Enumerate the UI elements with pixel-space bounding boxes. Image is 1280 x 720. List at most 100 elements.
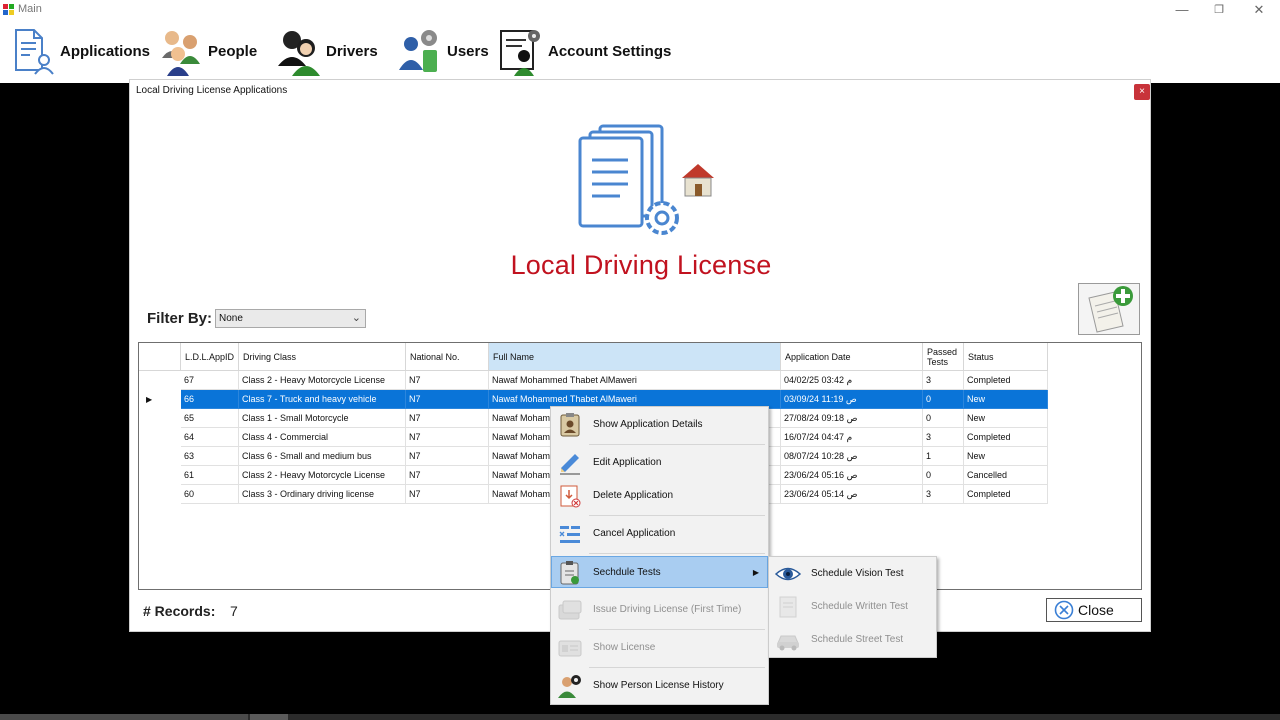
column-header-passed-tests[interactable]: Passed Tests [923, 343, 964, 371]
menu-separator [589, 667, 765, 668]
menu-people[interactable]: People [158, 20, 257, 82]
cell-application-date: 23/06/24 05:14 ص [781, 485, 923, 504]
row-header[interactable] [139, 485, 181, 504]
cell-passed-tests: 0 [923, 390, 964, 409]
document-user-icon [15, 29, 54, 75]
column-header-application-date[interactable]: Application Date [781, 343, 923, 371]
records-label: # Records: [143, 603, 216, 619]
menu-item-delete-application[interactable]: Delete Application [552, 480, 767, 512]
menu-item-label: Show Person License History [593, 680, 724, 691]
add-application-button[interactable] [1078, 283, 1140, 335]
cell-driving-class: Class 4 - Commercial [239, 428, 406, 447]
filter-dropdown[interactable]: None ⌄ [215, 309, 366, 328]
close-window-button[interactable]: ✕ [1239, 0, 1279, 20]
row-header[interactable] [139, 409, 181, 428]
main-window: Main — ❐ ✕ Applications People Drivers U… [0, 0, 1280, 83]
add-application-icon [1088, 286, 1133, 333]
column-header-driving-class[interactable]: Driving Class [239, 343, 406, 371]
app-icon [3, 4, 14, 15]
row-header[interactable] [139, 428, 181, 447]
menu-item-show-application-details[interactable]: Show Application Details [552, 409, 767, 441]
menu-users-label: Users [447, 42, 489, 60]
menu-item-cancel-application[interactable]: Cancel Application [552, 518, 767, 550]
cell-national-no: N7 [406, 447, 489, 466]
menu-separator [589, 553, 765, 554]
edit-pen-icon [560, 454, 580, 475]
row-header[interactable] [139, 371, 181, 390]
menu-item-schedule-street-test[interactable]: Schedule Street Test [770, 624, 935, 656]
cell-passed-tests: 1 [923, 447, 964, 466]
menu-item-label: Schedule Written Test [811, 601, 908, 612]
column-header-status[interactable]: Status [964, 343, 1048, 371]
column-header-national-no[interactable]: National No. [406, 343, 489, 371]
cell-status: Cancelled [964, 466, 1048, 485]
menu-item-label: Show Application Details [593, 419, 703, 430]
cell-application-date: 23/06/24 05:16 ص [781, 466, 923, 485]
main-window-title: Main [18, 3, 42, 15]
cell-passed-tests: 0 [923, 466, 964, 485]
restore-button[interactable]: ❐ [1199, 0, 1239, 20]
menu-users[interactable]: Users [397, 20, 489, 82]
close-circle-icon [1054, 600, 1074, 620]
cell-application-date: 08/07/24 10:28 ص [781, 447, 923, 466]
ldl-window-close-button[interactable]: × [1134, 84, 1150, 100]
menu-item-label: Delete Application [593, 490, 674, 501]
cell-driving-class: Class 1 - Small Motorcycle [239, 409, 406, 428]
row-header[interactable] [139, 466, 181, 485]
records-count: 7 [230, 603, 238, 619]
menu-item-issue-driving-license[interactable]: Issue Driving License (First Time) [552, 594, 767, 626]
license-documents-icon [578, 124, 714, 235]
menu-item-schedule-tests[interactable]: Sechdule Tests ▶ [551, 556, 768, 588]
cell-app-id: 66 [181, 390, 239, 409]
filter-label: Filter By: [147, 310, 213, 327]
eye-icon [775, 567, 801, 581]
cell-national-no: N7 [406, 390, 489, 409]
cell-passed-tests: 3 [923, 371, 964, 390]
cell-national-no: N7 [406, 428, 489, 447]
license-card-icon [558, 640, 582, 657]
table-row[interactable]: 67 Class 2 - Heavy Motorcycle License N7 Na… [139, 371, 1048, 390]
menu-account-settings[interactable]: Account Settings [498, 20, 671, 82]
cell-app-id: 61 [181, 466, 239, 485]
taskbar-strip [0, 714, 1280, 720]
menu-applications[interactable]: Applications [10, 20, 150, 82]
cell-app-id: 67 [181, 371, 239, 390]
written-test-icon [779, 596, 797, 618]
menu-item-label: Schedule Street Test [811, 634, 904, 645]
column-header-full-name[interactable]: Full Name [489, 343, 781, 371]
close-button[interactable]: Close [1046, 598, 1142, 622]
context-menu: Show Application Details Edit Applicatio… [550, 406, 769, 705]
menu-people-label: People [208, 42, 258, 60]
menu-separator [589, 629, 765, 630]
cell-driving-class: Class 7 - Truck and heavy vehicle [239, 390, 406, 409]
menu-item-label: Cancel Application [593, 528, 676, 539]
menu-item-schedule-written-test[interactable]: Schedule Written Test [770, 591, 935, 623]
cell-status: Completed [964, 428, 1048, 447]
menu-drivers[interactable]: Drivers [276, 20, 378, 82]
delete-document-icon [560, 485, 581, 508]
main-titlebar: Main — ❐ ✕ [0, 0, 1280, 20]
cell-national-no: N7 [406, 466, 489, 485]
menu-item-edit-application[interactable]: Edit Application [552, 447, 767, 479]
person-history-icon [558, 675, 581, 698]
cell-passed-tests: 3 [923, 485, 964, 504]
menu-item-show-license[interactable]: Show License [552, 632, 767, 664]
filter-value: None [219, 313, 243, 324]
clipboard-person-icon [560, 413, 580, 437]
cell-status: Completed [964, 371, 1048, 390]
page-heading: Local Driving License [510, 250, 772, 280]
menu-account-settings-label: Account Settings [548, 42, 672, 60]
cell-passed-tests: 0 [923, 409, 964, 428]
cell-app-id: 65 [181, 409, 239, 428]
column-header-app-id[interactable]: L.D.L.AppID [181, 343, 239, 371]
cell-application-date: 16/07/24 04:47 م [781, 428, 923, 447]
menu-item-show-person-license-history[interactable]: Show Person License History [552, 670, 767, 702]
menu-item-schedule-vision-test[interactable]: Schedule Vision Test [770, 558, 935, 590]
issue-license-icon [558, 600, 582, 620]
chevron-down-icon: ⌄ [351, 312, 361, 324]
row-header[interactable] [139, 447, 181, 466]
row-header[interactable]: ▶ [139, 390, 181, 409]
cell-driving-class: Class 2 - Heavy Motorcycle License [239, 466, 406, 485]
minimize-button[interactable]: — [1162, 0, 1202, 20]
cell-driving-class: Class 3 - Ordinary driving license [239, 485, 406, 504]
